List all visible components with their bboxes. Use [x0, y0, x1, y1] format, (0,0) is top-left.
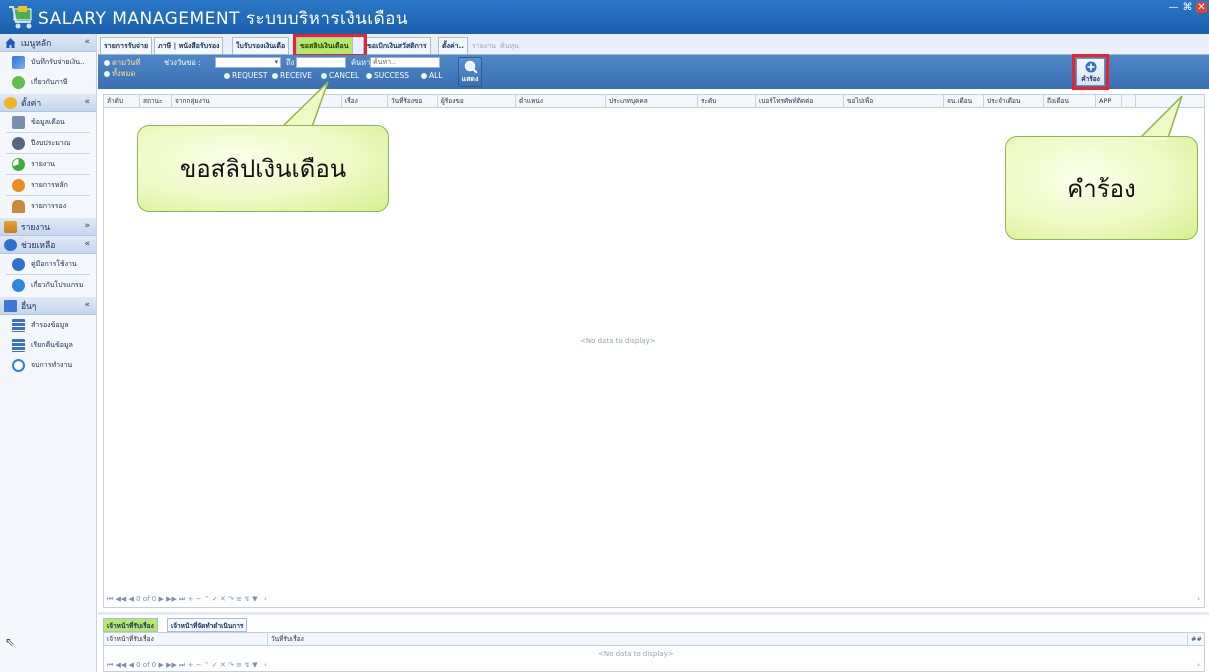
- pointer-join: [1141, 137, 1167, 140]
- pointer-join: [283, 126, 311, 129]
- callout-text: ขอสลิปเงินเดือน: [179, 155, 347, 183]
- callout-text: คำร้อง: [1067, 174, 1136, 203]
- callout-pointers: [280, 81, 1183, 139]
- callout-request: คำร้อง: [1005, 136, 1198, 240]
- callout-salary-slip: ขอสลิปเงินเดือน: [137, 125, 389, 212]
- callout-pointer-request: [1138, 95, 1183, 139]
- mouse-cursor-icon: ⇖: [5, 635, 16, 649]
- callout-pointer-slip: [280, 81, 329, 128]
- app-window: SALARY MANAGEMENT ระบบบริหารเงินเดือน — …: [0, 0, 1209, 672]
